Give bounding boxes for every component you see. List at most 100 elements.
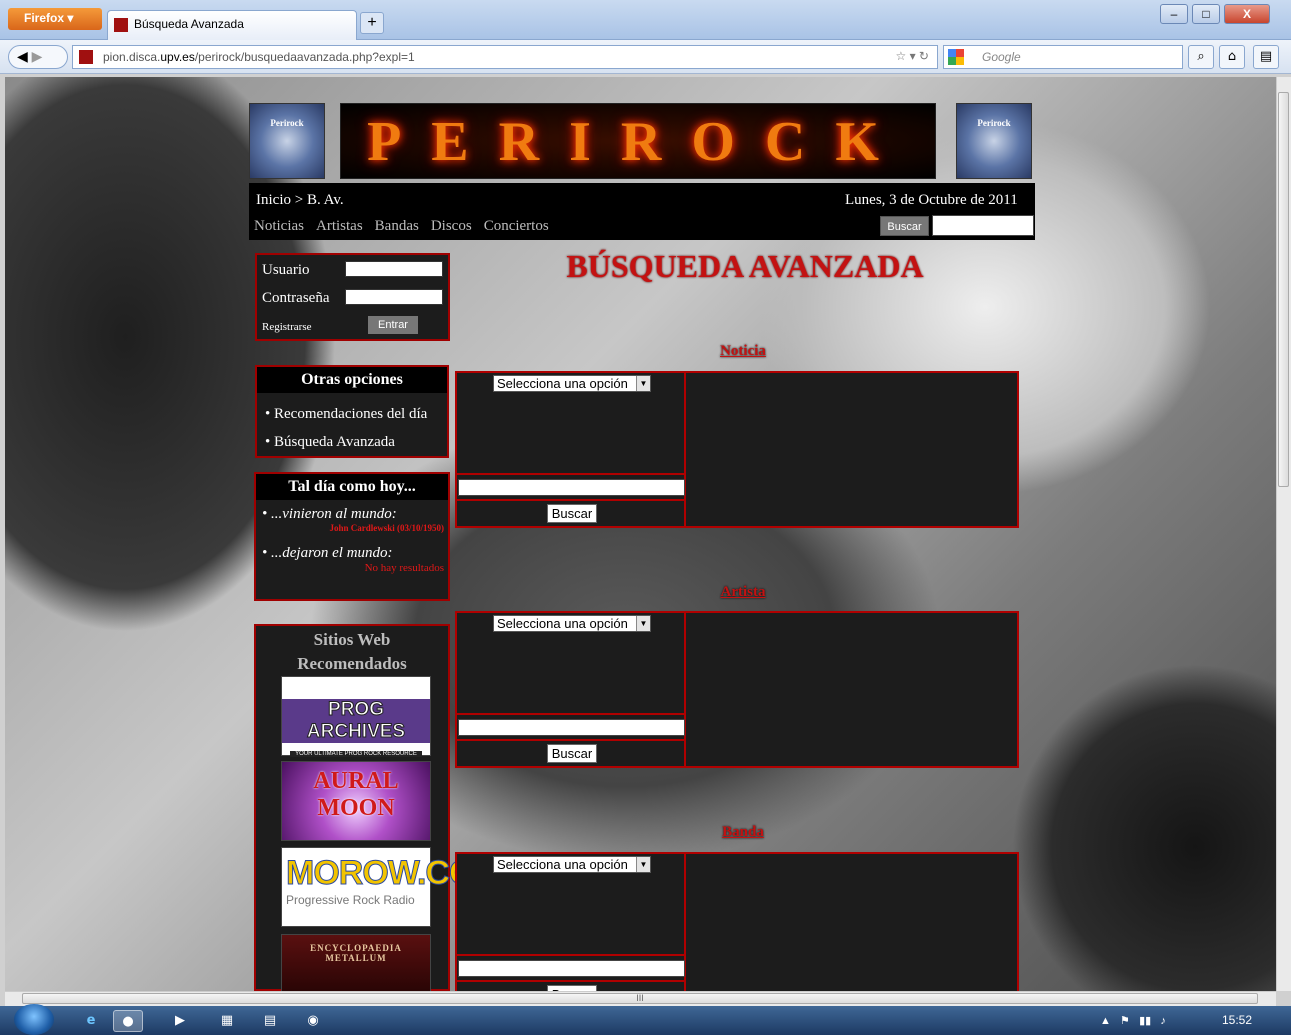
password-field[interactable] xyxy=(345,289,443,305)
metal-archives-link[interactable]: ENCYCLOPAEDIA METALLUM xyxy=(281,934,431,992)
minimize-button[interactable]: – xyxy=(1160,4,1188,24)
bookmark-star-icon[interactable]: ☆ ▾ ↻ xyxy=(895,49,929,63)
search-icon[interactable]: ⌕ xyxy=(1188,45,1214,69)
search-form-banda: Selecciona una opción▼ Buscar xyxy=(457,854,686,1004)
username-field[interactable] xyxy=(345,261,443,277)
internet-explorer-icon[interactable]: e xyxy=(76,1010,106,1032)
search-button-artista[interactable]: Buscar xyxy=(547,744,597,763)
search-form-artista: Selecciona una opción ▼ Buscar xyxy=(457,613,686,766)
nav-artistas[interactable]: Artistas xyxy=(316,218,363,234)
menu-item-label: Recomendaciones del día xyxy=(274,406,428,422)
nav-bandas[interactable]: Bandas xyxy=(375,218,419,234)
option-select-banda[interactable]: Selecciona una opción ▼ xyxy=(493,856,651,873)
logo-text: Perirock xyxy=(270,118,304,128)
section-title-artista: Artista xyxy=(720,584,766,600)
bookmarks-menu-icon[interactable]: ▤ xyxy=(1253,45,1279,69)
taskbar-clock[interactable]: 15:52 xyxy=(1222,1013,1252,1027)
search-input-artista[interactable] xyxy=(458,719,685,736)
morow-logo: MOROW.COM xyxy=(286,854,504,893)
other-options-panel: Otras opciones • Recomendaciones del día… xyxy=(255,365,449,458)
site-identity-icon xyxy=(79,50,93,64)
page-title: BÚSQUEDA AVANZADA xyxy=(566,248,924,284)
tab-title: Búsqueda Avanzada xyxy=(134,17,244,31)
recommended-title-line2: Recomendados xyxy=(297,654,407,673)
divider xyxy=(457,499,686,501)
start-button[interactable] xyxy=(14,1004,54,1035)
search-engine-placeholder: Google xyxy=(982,50,1021,64)
chevron-down-icon[interactable]: ▼ xyxy=(636,376,650,391)
firefox-menu-button[interactable]: Firefox ▾ xyxy=(8,8,102,30)
chevron-down-icon[interactable]: ▼ xyxy=(636,616,650,631)
home-icon[interactable]: ⌂ xyxy=(1219,45,1245,69)
google-logo-icon xyxy=(948,49,964,65)
new-tab-button[interactable]: + xyxy=(360,12,384,34)
search-form-noticia: Selecciona una opción ▼ Buscar xyxy=(457,373,686,526)
app-taskbar-icon[interactable]: ◉ xyxy=(298,1010,328,1032)
section-title-banda: Banda xyxy=(722,824,764,840)
metal-archives-logo: ENCYCLOPAEDIA METALLUM xyxy=(310,943,402,963)
recommended-sites-panel: Sitios Web Recomendados PROG ARCHIVES YO… xyxy=(254,624,504,992)
morow-link[interactable]: MOROW.COM Progressive Rock Radio xyxy=(281,847,504,927)
menu-item-recomendaciones[interactable]: • Recomendaciones del día xyxy=(265,399,447,429)
nav-conciertos[interactable]: Conciertos xyxy=(484,218,549,234)
progarchives-logo: PROG ARCHIVES xyxy=(282,699,430,743)
register-link[interactable]: Registrarse xyxy=(262,321,311,333)
window-controls: – □ X xyxy=(1160,4,1286,26)
divider xyxy=(457,473,686,475)
top-search-input[interactable] xyxy=(932,215,1034,236)
chevron-down-icon[interactable]: ▼ xyxy=(636,857,650,872)
notepad-icon[interactable]: ▤ xyxy=(255,1010,285,1032)
system-tray[interactable]: ▲ ⚑ ▮▮ ♪ xyxy=(1100,1014,1166,1027)
section-title-noticia: Noticia xyxy=(720,343,766,359)
perirock-logo-right[interactable]: Perirock xyxy=(956,103,1032,179)
site-nav: Noticias Artistas Bandas Discos Conciertos xyxy=(254,218,561,235)
url-path: /perirock/busquedaavanzada.php?expl=1 xyxy=(194,50,415,64)
progarchives-tagline: YOUR ULTIMATE PROG ROCK RESOURCE xyxy=(290,751,422,757)
option-select-artista[interactable]: Selecciona una opción ▼ xyxy=(493,615,651,632)
nav-discos[interactable]: Discos xyxy=(431,218,472,234)
select-value: Selecciona una opción xyxy=(497,857,628,872)
url-prefix: pion.disca. xyxy=(103,50,161,64)
url-bar[interactable]: pion.disca.upv.es/perirock/busquedaavanz… xyxy=(72,45,938,69)
morow-tagline: Progressive Rock Radio xyxy=(286,893,415,907)
back-arrow-icon[interactable]: ◀ xyxy=(17,48,28,64)
progarchives-link[interactable]: PROG ARCHIVES YOUR ULTIMATE PROG ROCK RE… xyxy=(281,676,431,757)
media-player-icon[interactable]: ▶ xyxy=(165,1010,195,1032)
search-input-noticia[interactable] xyxy=(458,479,685,496)
horizontal-scroll-thumb[interactable]: III xyxy=(22,993,1258,1004)
logo-text: Perirock xyxy=(977,118,1011,128)
search-box-artista: Selecciona una opción ▼ Buscar xyxy=(455,611,1019,768)
other-options-title: Otras opciones xyxy=(257,367,447,393)
login-button[interactable]: Entrar xyxy=(368,316,418,334)
maximize-button[interactable]: □ xyxy=(1192,4,1220,24)
site-banner: PERIROCK xyxy=(340,103,936,179)
nav-noticias[interactable]: Noticias xyxy=(254,218,304,234)
search-button-noticia[interactable]: Buscar xyxy=(547,504,597,523)
divider xyxy=(457,980,686,982)
auralmoon-link[interactable]: AURAL MOON xyxy=(281,761,431,841)
top-search-button[interactable]: Buscar xyxy=(880,216,929,236)
divider xyxy=(457,954,686,956)
search-input-banda[interactable] xyxy=(458,960,685,977)
current-date: Lunes, 3 de Octubre de 2011 xyxy=(845,192,1018,208)
born-label: • ...vinieron al mundo: xyxy=(262,506,397,522)
perirock-logo-left[interactable]: Perirock xyxy=(249,103,325,179)
close-window-button[interactable]: X xyxy=(1224,4,1270,24)
select-value: Selecciona una opción xyxy=(497,376,628,391)
menu-item-busqueda-avanzada[interactable]: • Búsqueda Avanzada xyxy=(265,427,447,457)
divider xyxy=(457,739,686,741)
explorer-folder-icon[interactable]: ▦ xyxy=(212,1010,242,1032)
search-engine-box[interactable]: Google xyxy=(943,45,1183,69)
born-value[interactable]: John Cardlewski (03/10/1950) xyxy=(256,523,448,533)
breadcrumb[interactable]: Inicio > B. Av. xyxy=(256,192,344,209)
url-domain: upv.es xyxy=(160,50,195,64)
forward-arrow-icon[interactable]: ▶ xyxy=(32,48,43,64)
option-select-noticia[interactable]: Selecciona una opción ▼ xyxy=(493,375,651,392)
username-label: Usuario xyxy=(262,262,310,278)
browser-tab[interactable]: Búsqueda Avanzada xyxy=(107,10,357,40)
vertical-scroll-thumb[interactable] xyxy=(1278,92,1289,487)
recommended-title-line1: Sitios Web xyxy=(313,630,391,649)
firefox-taskbar-icon[interactable]: ● xyxy=(113,1010,143,1032)
back-forward-buttons[interactable]: ◀ ▶ xyxy=(8,45,68,69)
born-label-text: ...vinieron al mundo: xyxy=(271,506,397,522)
